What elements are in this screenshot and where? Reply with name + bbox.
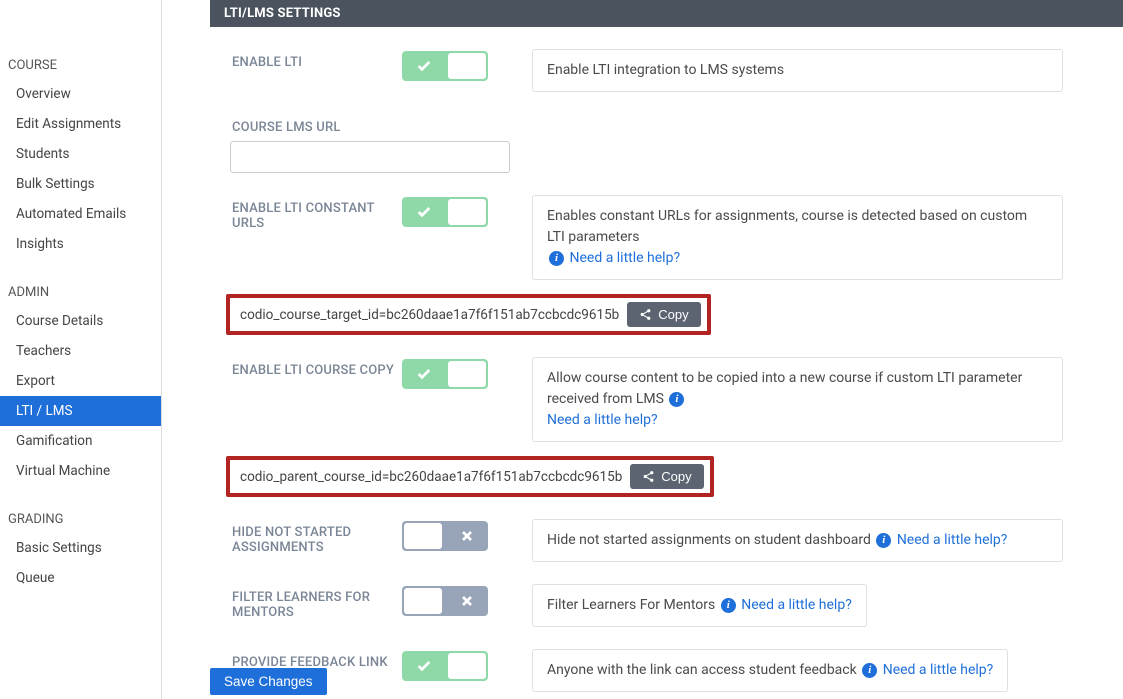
setting-label: HIDE NOT STARTED ASSIGNMENTS bbox=[232, 519, 402, 555]
sidebar-item-gamification[interactable]: Gamification bbox=[0, 426, 161, 456]
setting-enable-constant-urls: ENABLE LTI CONSTANT URLS Enables constan… bbox=[232, 195, 1123, 280]
setting-enable-lti: ENABLE LTI Enable LTI integration to LMS… bbox=[232, 49, 1123, 92]
sidebar-section-title: COURSE bbox=[0, 50, 161, 79]
setting-label: COURSE LMS URL bbox=[232, 114, 402, 135]
sidebar-section-title: GRADING bbox=[0, 504, 161, 533]
setting-enable-course-copy: ENABLE LTI COURSE COPY Allow course cont… bbox=[232, 357, 1123, 442]
x-icon bbox=[445, 586, 488, 616]
setting-label: FILTER LEARNERS FOR MENTORS bbox=[232, 584, 402, 620]
enable-constant-urls-toggle[interactable] bbox=[402, 197, 488, 227]
x-icon bbox=[445, 521, 488, 551]
copy-course-target-id-button[interactable]: Copy bbox=[627, 302, 700, 327]
sidebar-item-lti-lms[interactable]: LTI / LMS bbox=[0, 396, 161, 426]
sidebar-item-overview[interactable]: Overview bbox=[0, 79, 161, 109]
toggle-knob bbox=[448, 653, 486, 679]
sidebar-section-admin: ADMIN Course Details Teachers Export LTI… bbox=[0, 277, 161, 486]
setting-filter-learners: FILTER LEARNERS FOR MENTORS Filter Learn… bbox=[232, 584, 1123, 627]
course-lms-url-input[interactable] bbox=[230, 141, 510, 173]
sidebar-item-export[interactable]: Export bbox=[0, 366, 161, 396]
setting-description: Filter Learners For Mentors i Need a lit… bbox=[532, 584, 867, 627]
sidebar-item-queue[interactable]: Queue bbox=[0, 563, 161, 593]
copy-label: Copy bbox=[658, 307, 688, 322]
sidebar-item-course-details[interactable]: Course Details bbox=[0, 306, 161, 336]
save-changes-button[interactable]: Save Changes bbox=[210, 668, 327, 695]
setting-description: Enables constant URLs for assignments, c… bbox=[532, 195, 1063, 280]
setting-provide-feedback: PROVIDE FEEDBACK LINK Anyone with the li… bbox=[232, 649, 1123, 692]
desc-text: Allow course content to be copied into a… bbox=[547, 370, 1022, 407]
help-link[interactable]: Need a little help? bbox=[883, 662, 994, 678]
info-icon: i bbox=[669, 392, 684, 407]
check-icon bbox=[402, 359, 445, 389]
share-icon bbox=[639, 308, 652, 321]
toggle-knob bbox=[404, 588, 442, 614]
save-bar: Save Changes bbox=[210, 668, 327, 695]
info-icon: i bbox=[549, 251, 564, 266]
copy-label: Copy bbox=[661, 469, 691, 484]
sidebar-item-bulk-settings[interactable]: Bulk Settings bbox=[0, 169, 161, 199]
check-icon bbox=[402, 197, 445, 227]
sidebar-item-edit-assignments[interactable]: Edit Assignments bbox=[0, 109, 161, 139]
setting-label: PROVIDE FEEDBACK LINK bbox=[232, 649, 402, 670]
sidebar: COURSE Overview Edit Assignments Student… bbox=[0, 0, 162, 699]
share-icon bbox=[642, 470, 655, 483]
course-target-id-box: codio_course_target_id=bc260daae1a7f6f15… bbox=[226, 294, 711, 335]
help-link[interactable]: Need a little help? bbox=[569, 250, 680, 266]
toggle-knob bbox=[404, 523, 442, 549]
sidebar-item-students[interactable]: Students bbox=[0, 139, 161, 169]
sidebar-section-title: ADMIN bbox=[0, 277, 161, 306]
setting-description: Hide not started assignments on student … bbox=[532, 519, 1063, 562]
desc-text: Enables constant URLs for assignments, c… bbox=[547, 208, 1027, 245]
filter-learners-toggle[interactable] bbox=[402, 586, 488, 616]
toggle-knob bbox=[448, 53, 486, 79]
sidebar-item-insights[interactable]: Insights bbox=[0, 229, 161, 259]
desc-text: Filter Learners For Mentors bbox=[547, 597, 715, 613]
setting-description: Allow course content to be copied into a… bbox=[532, 357, 1063, 442]
enable-lti-toggle[interactable] bbox=[402, 51, 488, 81]
enable-course-copy-toggle[interactable] bbox=[402, 359, 488, 389]
desc-text: Anyone with the link can access student … bbox=[547, 662, 857, 678]
check-icon bbox=[402, 651, 445, 681]
toggle-knob bbox=[448, 199, 486, 225]
setting-label: ENABLE LTI bbox=[232, 49, 402, 70]
hide-not-started-toggle[interactable] bbox=[402, 521, 488, 551]
setting-description: Enable LTI integration to LMS systems bbox=[532, 49, 1063, 92]
sidebar-item-automated-emails[interactable]: Automated Emails bbox=[0, 199, 161, 229]
info-icon: i bbox=[862, 663, 877, 678]
sidebar-item-virtual-machine[interactable]: Virtual Machine bbox=[0, 456, 161, 486]
sidebar-item-basic-settings[interactable]: Basic Settings bbox=[0, 533, 161, 563]
setting-description: Anyone with the link can access student … bbox=[532, 649, 1008, 692]
help-link[interactable]: Need a little help? bbox=[547, 412, 658, 428]
parent-course-id-box: codio_parent_course_id=bc260daae1a7f6f15… bbox=[226, 456, 714, 497]
setting-label: ENABLE LTI CONSTANT URLS bbox=[232, 195, 402, 231]
copy-parent-course-id-button[interactable]: Copy bbox=[630, 464, 703, 489]
setting-hide-not-started: HIDE NOT STARTED ASSIGNMENTS Hide not st… bbox=[232, 519, 1123, 562]
panel-header: LTI/LMS SETTINGS bbox=[210, 0, 1123, 27]
setting-course-lms-url: COURSE LMS URL bbox=[232, 114, 1123, 135]
parent-course-id-text: codio_parent_course_id=bc260daae1a7f6f15… bbox=[236, 467, 630, 487]
setting-label: ENABLE LTI COURSE COPY bbox=[232, 357, 402, 378]
course-target-id-text: codio_course_target_id=bc260daae1a7f6f15… bbox=[236, 305, 627, 325]
sidebar-item-teachers[interactable]: Teachers bbox=[0, 336, 161, 366]
help-link[interactable]: Need a little help? bbox=[897, 532, 1008, 548]
sidebar-section-course: COURSE Overview Edit Assignments Student… bbox=[0, 50, 161, 259]
info-icon: i bbox=[876, 533, 891, 548]
provide-feedback-toggle[interactable] bbox=[402, 651, 488, 681]
help-link[interactable]: Need a little help? bbox=[741, 597, 852, 613]
desc-text: Enable LTI integration to LMS systems bbox=[547, 62, 784, 78]
check-icon bbox=[402, 51, 445, 81]
desc-text: Hide not started assignments on student … bbox=[547, 532, 871, 548]
toggle-knob bbox=[448, 361, 486, 387]
main-content: LTI/LMS SETTINGS ENABLE LTI Enable LTI i… bbox=[162, 0, 1123, 699]
info-icon: i bbox=[721, 598, 736, 613]
sidebar-section-grading: GRADING Basic Settings Queue bbox=[0, 504, 161, 593]
